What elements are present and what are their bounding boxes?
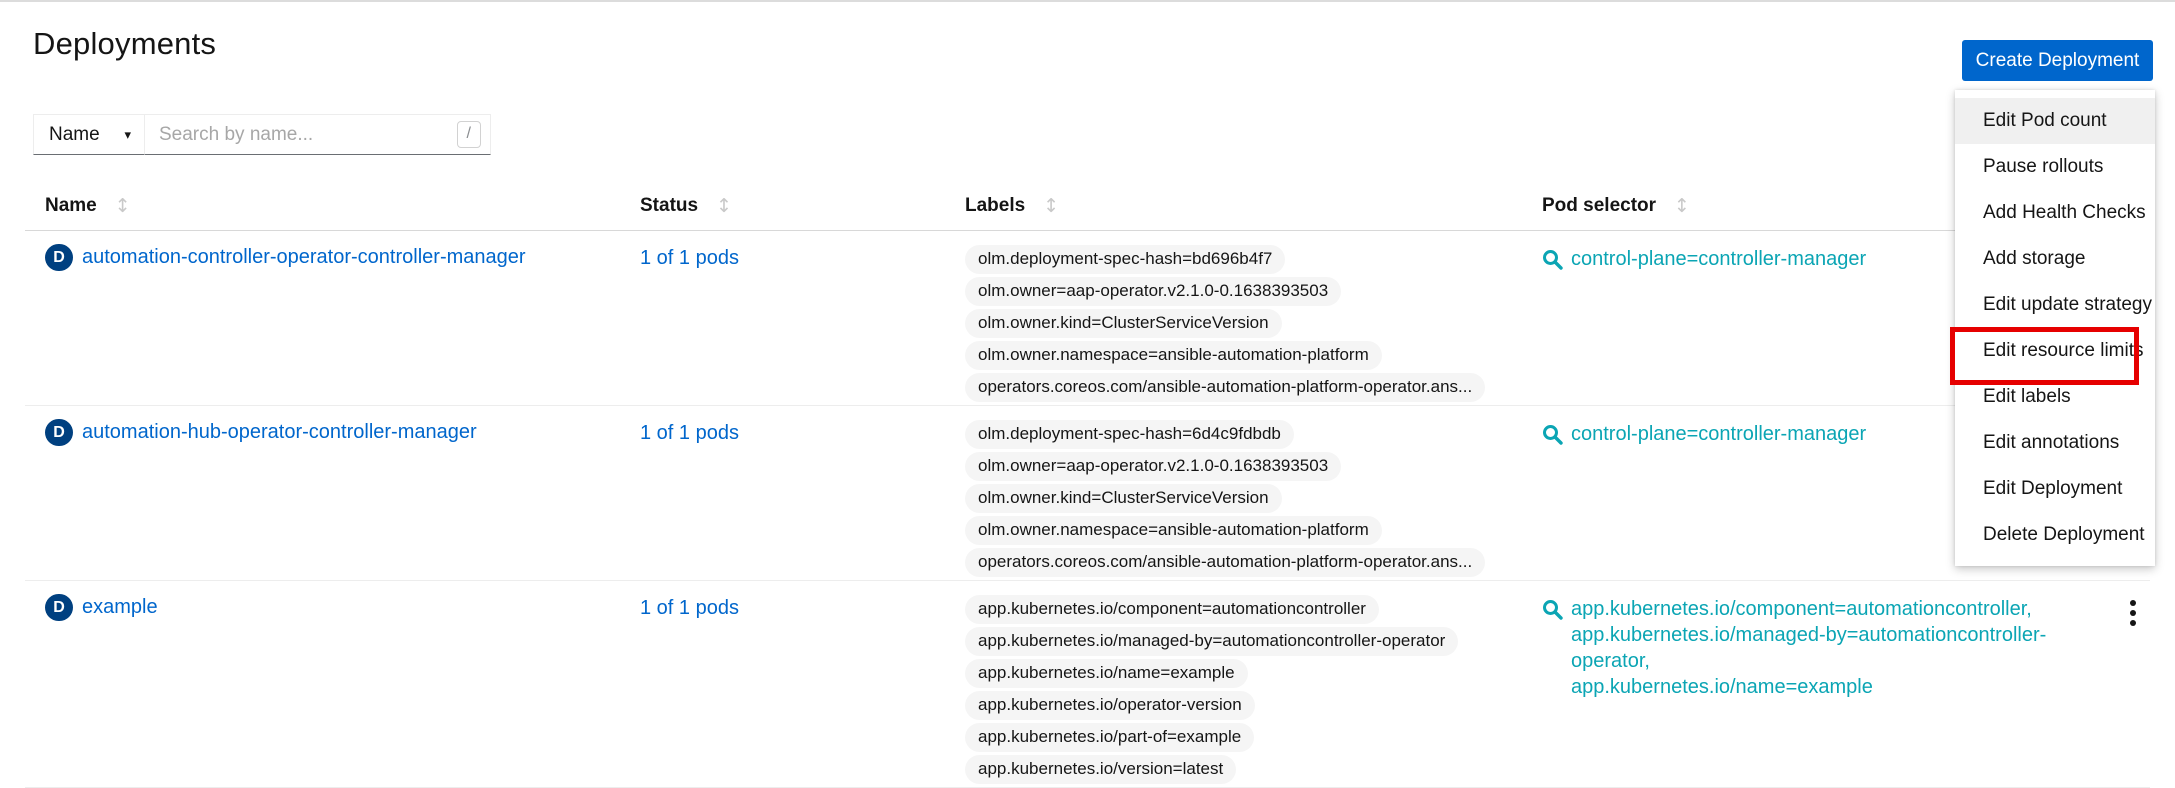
menu-item-add-storage[interactable]: Add storage xyxy=(1955,236,2155,282)
column-header-labels[interactable]: Labels ↕ xyxy=(965,195,1542,217)
label-chip: operators.coreos.com/ansible-automation-… xyxy=(965,373,1485,402)
keyboard-shortcut-badge: / xyxy=(457,121,481,147)
column-header-status-label: Status xyxy=(640,195,698,217)
label-chip: olm.owner.kind=ClusterServiceVersion xyxy=(965,309,1282,338)
deployment-badge: D xyxy=(45,244,73,271)
label-chip: app.kubernetes.io/managed-by=automationc… xyxy=(965,627,1458,656)
kebab-menu-button[interactable] xyxy=(2128,598,2138,628)
menu-item-delete-deployment[interactable]: Delete Deployment xyxy=(1955,512,2155,558)
column-header-name-label: Name xyxy=(45,195,97,217)
chevron-down-icon: ▾ xyxy=(124,127,131,143)
filter-type-dropdown[interactable]: Name ▾ xyxy=(33,114,145,155)
filter-type-label: Name xyxy=(49,124,100,146)
label-chip: olm.owner=aap-operator.v2.1.0-0.16383935… xyxy=(965,452,1341,481)
search-box[interactable]: / xyxy=(145,114,491,155)
label-chip: operators.coreos.com/ansible-automation-… xyxy=(965,548,1485,577)
label-chip: app.kubernetes.io/part-of=example xyxy=(965,723,1254,752)
table-row: D automation-hub-operator-controller-man… xyxy=(25,406,2150,581)
pod-status-link[interactable]: 1 of 1 pods xyxy=(640,422,739,444)
column-header-labels-label: Labels xyxy=(965,195,1025,217)
sort-icon[interactable]: ↕ xyxy=(115,195,131,217)
pod-selector-link[interactable]: control-plane=controller-manager xyxy=(1571,246,1866,272)
column-header-pod-selector-label: Pod selector xyxy=(1542,195,1656,217)
menu-item-edit-pod-count[interactable]: Edit Pod count xyxy=(1955,98,2155,144)
deployment-badge: D xyxy=(45,419,73,446)
menu-item-edit-labels[interactable]: Edit labels xyxy=(1955,374,2155,420)
menu-item-edit-deployment[interactable]: Edit Deployment xyxy=(1955,466,2155,512)
menu-item-edit-annotations[interactable]: Edit annotations xyxy=(1955,420,2155,466)
menu-item-edit-resource-limits[interactable]: Edit resource limits xyxy=(1955,328,2155,374)
filter-toolbar: Name ▾ / xyxy=(33,114,491,155)
sort-icon[interactable]: ↕ xyxy=(716,195,732,217)
label-chip: olm.owner=aap-operator.v2.1.0-0.16383935… xyxy=(965,277,1341,306)
pod-selector-link[interactable]: app.kubernetes.io/component=automationco… xyxy=(1571,596,2115,700)
label-chip: app.kubernetes.io/version=latest xyxy=(965,755,1236,784)
sort-icon[interactable]: ↕ xyxy=(1043,195,1059,217)
table-row: D example 1 of 1 pods app.kubernetes.io/… xyxy=(25,581,2150,788)
column-header-status[interactable]: Status ↕ xyxy=(640,195,965,217)
sort-icon[interactable]: ↕ xyxy=(1674,195,1690,217)
menu-item-pause-rollouts[interactable]: Pause rollouts xyxy=(1955,144,2155,190)
labels-cell: olm.deployment-spec-hash=bd696b4f7 olm.o… xyxy=(965,244,1542,405)
deployment-badge: D xyxy=(45,594,73,621)
deployment-name-link[interactable]: automation-controller-operator-controlle… xyxy=(82,246,526,269)
actions-dropdown-menu: Edit Pod count Pause rollouts Add Health… xyxy=(1955,90,2155,566)
search-icon[interactable] xyxy=(1542,249,1563,270)
search-icon[interactable] xyxy=(1542,424,1563,445)
search-icon[interactable] xyxy=(1542,599,1563,620)
table-header-row: Name ↕ Status ↕ Labels ↕ Pod selector ↕ xyxy=(25,187,2150,231)
label-chip: olm.deployment-spec-hash=6d4c9fdbdb xyxy=(965,420,1294,449)
labels-cell: olm.deployment-spec-hash=6d4c9fdbdb olm.… xyxy=(965,419,1542,580)
label-chip: olm.deployment-spec-hash=bd696b4f7 xyxy=(965,245,1285,274)
menu-item-edit-update-strategy[interactable]: Edit update strategy xyxy=(1955,282,2155,328)
pod-selector-link[interactable]: control-plane=controller-manager xyxy=(1571,421,1866,447)
pod-status-link[interactable]: 1 of 1 pods xyxy=(640,247,739,269)
deployment-name-link[interactable]: example xyxy=(82,596,158,619)
label-chip: app.kubernetes.io/component=automationco… xyxy=(965,595,1379,624)
menu-item-add-health-checks[interactable]: Add Health Checks xyxy=(1955,190,2155,236)
create-deployment-button[interactable]: Create Deployment xyxy=(1962,40,2153,81)
label-chip: app.kubernetes.io/name=example xyxy=(965,659,1248,688)
label-chip: app.kubernetes.io/operator-version xyxy=(965,691,1255,720)
column-header-name[interactable]: Name ↕ xyxy=(25,195,640,217)
deployments-table: Name ↕ Status ↕ Labels ↕ Pod selector ↕ … xyxy=(25,187,2150,788)
label-chip: olm.owner.namespace=ansible-automation-p… xyxy=(965,341,1382,370)
labels-cell: app.kubernetes.io/component=automationco… xyxy=(965,594,1542,787)
deployment-name-link[interactable]: automation-hub-operator-controller-manag… xyxy=(82,421,477,444)
table-row: D automation-controller-operator-control… xyxy=(25,231,2150,406)
label-chip: olm.owner.namespace=ansible-automation-p… xyxy=(965,516,1382,545)
pod-status-link[interactable]: 1 of 1 pods xyxy=(640,597,739,619)
search-input[interactable] xyxy=(159,124,457,146)
label-chip: olm.owner.kind=ClusterServiceVersion xyxy=(965,484,1282,513)
page-title: Deployments xyxy=(33,26,216,62)
